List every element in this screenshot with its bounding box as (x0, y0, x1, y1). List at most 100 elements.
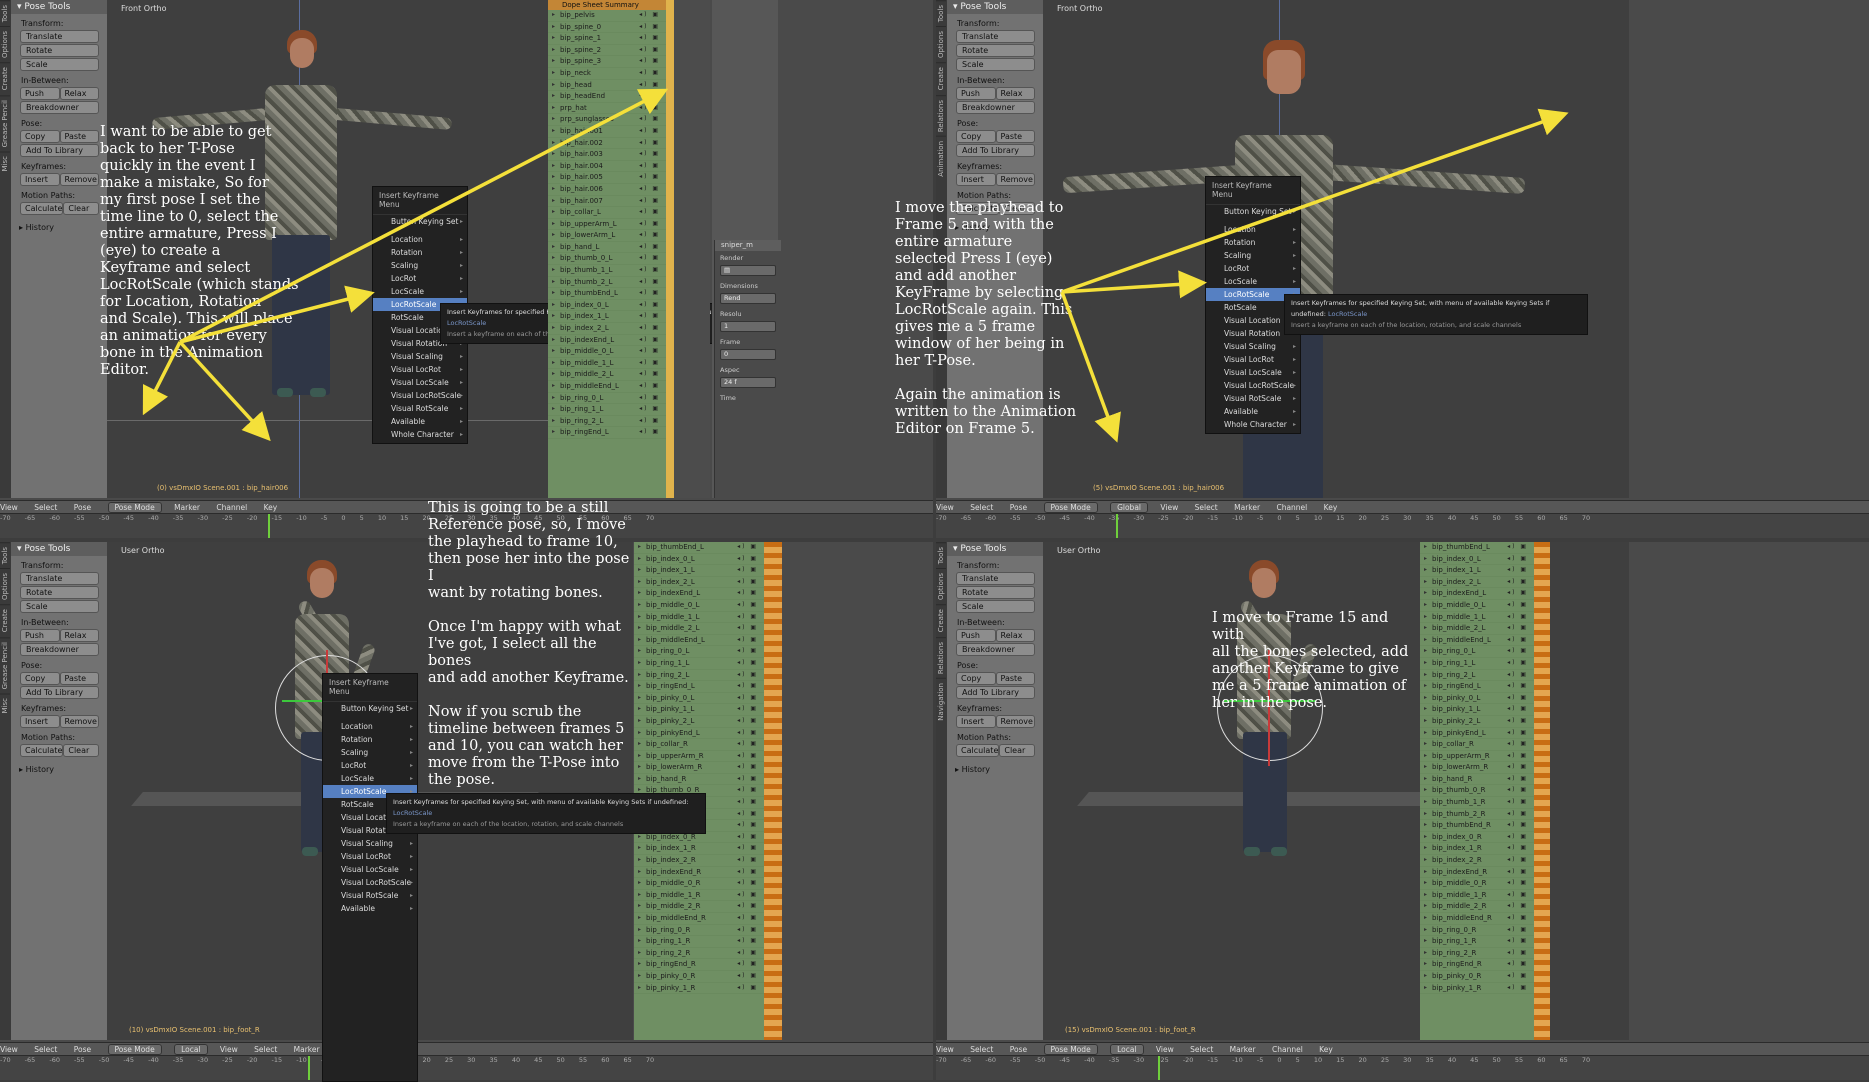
channel-row[interactable]: bip_ring_2_R ◂) ▣ (1420, 948, 1534, 960)
channel-lock-icon[interactable]: ◂) ▣ (1507, 658, 1528, 669)
panel-title[interactable]: ▾ Pose Tools (947, 542, 1043, 556)
channel-row[interactable]: bip_ring_1_R ◂) ▣ (634, 936, 764, 948)
channel-row[interactable]: bip_middleEnd_L ◂) ▣ (1420, 635, 1534, 647)
channel-lock-icon[interactable]: ◂) ▣ (639, 114, 660, 125)
channel-row[interactable]: bip_middle_2_R ◂) ▣ (1420, 901, 1534, 913)
insert-keyframe-button[interactable]: Insert (956, 173, 996, 186)
timeline[interactable]: -70 -65 -60 -55 -50 -45 -40 -35 -30 -25 … (0, 1055, 933, 1080)
channel-row[interactable]: bip_index_2_L ◂) ▣ (548, 323, 666, 335)
marker-menu[interactable]: Marker (1234, 503, 1260, 512)
tab-options[interactable]: Options (0, 568, 10, 605)
channel-lock-icon[interactable]: ◂) ▣ (1507, 670, 1528, 681)
channel-row[interactable]: bip_ring_1_L ◂) ▣ (548, 404, 666, 416)
channel-row[interactable]: bip_ring_1_L ◂) ▣ (634, 658, 764, 670)
tab-relations[interactable]: Relations (936, 636, 946, 678)
channel-row[interactable]: bip_collar_R ◂) ▣ (1420, 739, 1534, 751)
channel-lock-icon[interactable]: ◂) ▣ (639, 184, 660, 195)
channel-row[interactable]: bip_index_2_L ◂) ▣ (634, 577, 764, 589)
marker-menu[interactable]: Marker (174, 503, 200, 512)
channel-row[interactable]: bip_hair.005 ◂) ▣ (548, 172, 666, 184)
channel-row[interactable]: bip_middleEnd_R ◂) ▣ (1420, 913, 1534, 925)
frame-start[interactable]: 0 (720, 349, 776, 360)
channel-row[interactable]: bip_middleEnd_L ◂) ▣ (548, 381, 666, 393)
channel-lock-icon[interactable]: ◂) ▣ (737, 785, 758, 796)
render-button[interactable]: ▤ (720, 265, 776, 276)
history-toggle[interactable]: ▸ History (11, 757, 107, 782)
channel-row[interactable]: bip_upperArm_L ◂) ▣ (548, 219, 666, 231)
channel-lock-icon[interactable]: ◂) ▣ (1507, 785, 1528, 796)
breakdowner-button[interactable]: Breakdowner (956, 101, 1035, 114)
paste-button[interactable]: Paste (59, 130, 99, 143)
channel-row[interactable]: bip_spine_0 ◂) ▣ (548, 22, 666, 34)
channel-row[interactable]: bip_hand_L ◂) ▣ (548, 242, 666, 254)
channel-row[interactable]: bip_indexEnd_L ◂) ▣ (634, 588, 764, 600)
channel-lock-icon[interactable]: ◂) ▣ (639, 68, 660, 79)
select-menu-2[interactable]: Select (1195, 503, 1218, 512)
relax-button[interactable]: Relax (59, 87, 99, 100)
channel-row[interactable]: bip_pinkyEnd_L ◂) ▣ (1420, 728, 1534, 740)
channel-lock-icon[interactable]: ◂) ▣ (1507, 635, 1528, 646)
channel-lock-icon[interactable]: ◂) ▣ (639, 22, 660, 33)
push-button[interactable]: Push (20, 87, 60, 100)
channel-lock-icon[interactable]: ◂) ▣ (1507, 577, 1528, 588)
key-menu[interactable]: Key (264, 503, 278, 512)
translate-button[interactable]: Translate (956, 572, 1035, 585)
transform-orientation[interactable]: Global (1110, 502, 1149, 513)
channel-row[interactable]: bip_pinky_0_R ◂) ▣ (1420, 971, 1534, 983)
channel-row[interactable]: bip_ringEnd_L ◂) ▣ (548, 427, 666, 439)
menu-item-visual-rotscale[interactable]: Visual RotScale (323, 889, 417, 902)
channel-lock-icon[interactable]: ◂) ▣ (639, 393, 660, 404)
channel-row[interactable]: bip_pinkyEnd_L ◂) ▣ (634, 728, 764, 740)
menu-item-locscale[interactable]: LocScale (323, 772, 417, 785)
channel-lock-icon[interactable]: ◂) ▣ (1507, 693, 1528, 704)
transform-orientation[interactable]: Local (174, 1044, 208, 1055)
menu-item-visual-locrot[interactable]: Visual LocRot (323, 850, 417, 863)
channel-row[interactable]: bip_thumbEnd_L ◂) ▣ (1420, 542, 1534, 554)
menu-item-available[interactable]: Available (1206, 405, 1300, 418)
channel-row[interactable]: bip_ring_2_L ◂) ▣ (1420, 670, 1534, 682)
scale-button[interactable]: Scale (20, 58, 99, 71)
pose-menu[interactable]: Pose (74, 503, 91, 512)
channel-row[interactable]: bip_hair.003 ◂) ▣ (548, 149, 666, 161)
channel-lock-icon[interactable]: ◂) ▣ (737, 588, 758, 599)
panel-title[interactable]: ▾ Pose Tools (11, 0, 107, 14)
channel-row[interactable]: bip_hair.004 ◂) ▣ (548, 161, 666, 173)
translate-button[interactable]: Translate (20, 572, 99, 585)
channel-lock-icon[interactable]: ◂) ▣ (737, 762, 758, 773)
channel-row[interactable]: bip_ring_2_L ◂) ▣ (634, 670, 764, 682)
channel-row[interactable]: bip_index_1_L ◂) ▣ (548, 311, 666, 324)
channel-row[interactable]: bip_thumb_1_L ◂) ▣ (548, 265, 666, 277)
channel-row[interactable]: bip_hand_R ◂) ▣ (634, 774, 764, 786)
channel-lock-icon[interactable]: ◂) ▣ (737, 913, 758, 924)
tab-create[interactable]: Create (936, 604, 946, 637)
menu-item-available[interactable]: Available (323, 902, 417, 915)
view-menu-2[interactable]: View (1160, 503, 1178, 512)
channel-lock-icon[interactable]: ◂) ▣ (737, 948, 758, 959)
channel-lock-icon[interactable]: ◂) ▣ (1507, 774, 1528, 785)
channel-lock-icon[interactable]: ◂) ▣ (639, 427, 660, 438)
channel-lock-icon[interactable]: ◂) ▣ (737, 728, 758, 739)
channel-lock-icon[interactable]: ◂) ▣ (737, 901, 758, 912)
channel-row[interactable]: bip_middle_1_R ◂) ▣ (1420, 890, 1534, 902)
menu-item-button-keying-set[interactable]: Button Keying Set (1206, 205, 1300, 218)
channel-lock-icon[interactable]: ◂) ▣ (737, 936, 758, 947)
channel-row[interactable]: bip_indexEnd_R ◂) ▣ (634, 867, 764, 879)
tab-tools[interactable]: Tools (936, 542, 946, 569)
channel-row[interactable]: bip_indexEnd_L ◂) ▣ (548, 335, 666, 347)
channel-lock-icon[interactable]: ◂) ▣ (639, 196, 660, 207)
tab-options[interactable]: Options (0, 26, 10, 63)
channel-row[interactable]: bip_thumb_2_L ◂) ▣ (548, 277, 666, 289)
channel-lock-icon[interactable]: ◂) ▣ (639, 335, 660, 346)
copy-button[interactable]: Copy (20, 130, 60, 143)
push-button[interactable]: Push (956, 87, 996, 100)
channel-row[interactable]: bip_middle_0_L ◂) ▣ (1420, 600, 1534, 612)
add-to-library-button[interactable]: Add To Library (20, 686, 99, 699)
channel-row[interactable]: bip_thumbEnd_R ◂) ▣ (1420, 820, 1534, 832)
channel-lock-icon[interactable]: ◂) ▣ (737, 959, 758, 970)
copy-button[interactable]: Copy (956, 672, 996, 685)
channel-lock-icon[interactable]: ◂) ▣ (737, 670, 758, 681)
key-menu[interactable]: Key (1319, 1045, 1333, 1054)
dopesheet-area[interactable] (674, 0, 710, 498)
breakdowner-button[interactable]: Breakdowner (20, 101, 99, 114)
calculate-button[interactable]: Calculate (20, 202, 64, 215)
